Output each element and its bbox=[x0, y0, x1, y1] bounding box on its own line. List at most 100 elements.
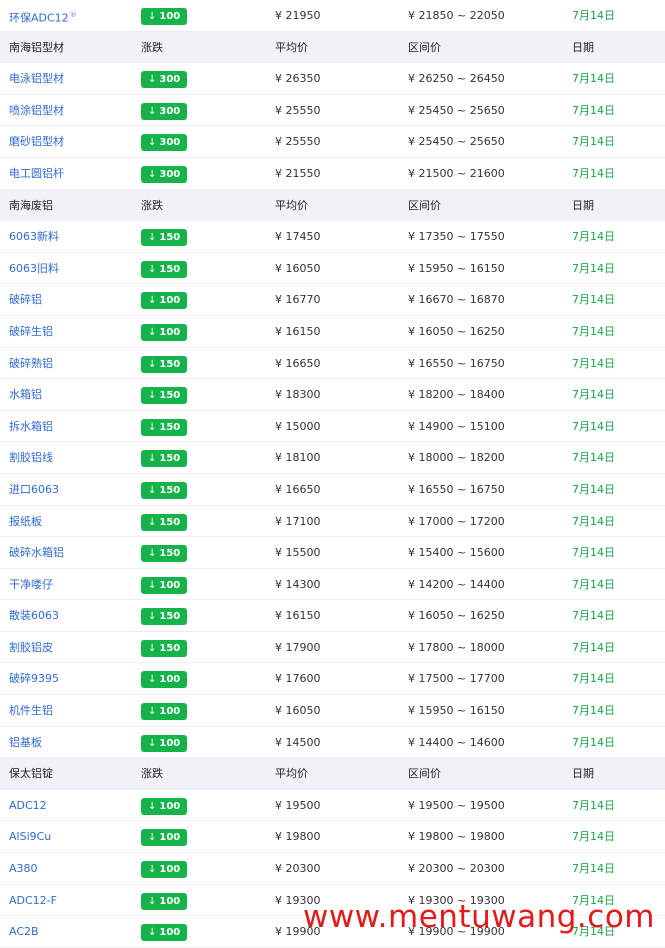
avg-price: ¥ 18300 bbox=[275, 388, 321, 402]
product-name[interactable]: 环保ADC12® bbox=[9, 0, 77, 34]
avg-price: ¥ 26350 bbox=[275, 72, 321, 86]
date: 7月14日 bbox=[572, 230, 615, 244]
product-name[interactable]: 水箱铝 bbox=[9, 379, 42, 410]
product-name[interactable]: 破碎9395 bbox=[9, 663, 59, 694]
price-range: ¥ 18200 ~ 18400 bbox=[408, 388, 505, 402]
price-range: ¥ 15950 ~ 16150 bbox=[408, 704, 505, 718]
product-name[interactable]: 破碎铝 bbox=[9, 284, 42, 315]
price-range: ¥ 17500 ~ 17700 bbox=[408, 672, 505, 686]
down-arrow-icon: ↓ bbox=[148, 74, 157, 86]
change-value: 150 bbox=[159, 516, 181, 528]
change-value: 150 bbox=[159, 232, 181, 244]
date: 7月14日 bbox=[572, 482, 615, 496]
change-value: 150 bbox=[159, 484, 181, 496]
down-arrow-icon: ↓ bbox=[148, 832, 157, 844]
change-value: 100 bbox=[159, 579, 181, 591]
change-badge: ↓ 100 bbox=[141, 0, 188, 31]
price-range: ¥ 21500 ~ 21600 bbox=[408, 166, 505, 180]
price-range: ¥ 16670 ~ 16870 bbox=[408, 293, 505, 307]
product-name[interactable]: 6063新料 bbox=[9, 221, 59, 252]
product-name[interactable]: 拆水箱铝 bbox=[9, 411, 53, 442]
price-range: ¥ 19800 ~ 19800 bbox=[408, 830, 505, 844]
down-arrow-icon: ↓ bbox=[148, 737, 157, 749]
avg-price: ¥ 15500 bbox=[275, 546, 321, 560]
change-value: 300 bbox=[159, 168, 181, 180]
date: 7月14日 bbox=[572, 103, 615, 117]
product-name[interactable]: 破碎水箱铝 bbox=[9, 537, 64, 568]
down-arrow-icon: ↓ bbox=[148, 421, 157, 433]
date: 7月14日 bbox=[572, 388, 615, 402]
product-name[interactable]: 6063旧料 bbox=[9, 253, 59, 284]
change-badge: ↓ 300 bbox=[141, 63, 188, 94]
down-arrow-icon: ↓ bbox=[148, 895, 157, 907]
change-badge: ↓ 100 bbox=[141, 853, 188, 884]
down-arrow-icon: ↓ bbox=[148, 800, 157, 812]
product-name[interactable]: 割胶铝线 bbox=[9, 442, 53, 473]
change-value: 100 bbox=[159, 864, 181, 876]
down-arrow-icon: ↓ bbox=[148, 484, 157, 496]
product-name[interactable]: 干净喽仔 bbox=[9, 569, 53, 600]
avg-price: ¥ 16050 bbox=[275, 261, 321, 275]
change-badge: ↓ 100 bbox=[141, 727, 188, 758]
change-badge: ↓ 300 bbox=[141, 158, 188, 189]
product-name[interactable]: ADC12-F bbox=[9, 885, 57, 916]
avg-price: ¥ 17450 bbox=[275, 230, 321, 244]
price-range: ¥ 20300 ~ 20300 bbox=[408, 862, 505, 876]
date: 7月14日 bbox=[572, 640, 615, 654]
change-value: 100 bbox=[159, 674, 181, 686]
product-name[interactable]: 电泳铝型材 bbox=[9, 63, 64, 94]
product-name[interactable]: 散装6063 bbox=[9, 600, 59, 631]
down-arrow-icon: ↓ bbox=[148, 706, 157, 718]
product-name[interactable]: 铝基板 bbox=[9, 727, 42, 758]
change-value: 150 bbox=[159, 611, 181, 623]
table-row: 破碎生铝 ↓ 100 ¥ 16150 ¥ 16050 ~ 16250 7月14日 bbox=[0, 316, 665, 348]
product-name[interactable]: AC2B bbox=[9, 916, 39, 947]
down-arrow-icon: ↓ bbox=[148, 295, 157, 307]
avg-price-header: 平均价 bbox=[275, 198, 308, 212]
date: 7月14日 bbox=[572, 830, 615, 844]
change-value: 300 bbox=[159, 74, 181, 86]
table-row: 破碎9395 ↓ 100 ¥ 17600 ¥ 17500 ~ 17700 7月14日 bbox=[0, 663, 665, 696]
section-header-row: 保太铝锭 涨跌 平均价 区间价 日期 bbox=[0, 758, 665, 790]
price-range: ¥ 14400 ~ 14600 bbox=[408, 735, 505, 749]
date-header: 日期 bbox=[572, 40, 594, 54]
change-badge: ↓ 100 bbox=[141, 790, 188, 821]
down-arrow-icon: ↓ bbox=[148, 263, 157, 275]
product-name[interactable]: ADC12 bbox=[9, 790, 47, 821]
down-arrow-icon: ↓ bbox=[148, 642, 157, 654]
change-badge: ↓ 150 bbox=[141, 379, 188, 410]
product-name[interactable]: 机件生铝 bbox=[9, 695, 53, 726]
table-row: 割胶铝皮 ↓ 150 ¥ 17900 ¥ 17800 ~ 18000 7月14日 bbox=[0, 632, 665, 664]
avg-price: ¥ 19800 bbox=[275, 830, 321, 844]
down-arrow-icon: ↓ bbox=[148, 548, 157, 560]
table-row: 6063新料 ↓ 150 ¥ 17450 ¥ 17350 ~ 17550 7月14日 bbox=[0, 221, 665, 253]
product-name[interactable]: 磨砂铝型材 bbox=[9, 126, 64, 157]
avg-price: ¥ 20300 bbox=[275, 862, 321, 876]
date: 7月14日 bbox=[572, 577, 615, 591]
product-name[interactable]: 破碎生铝 bbox=[9, 316, 53, 347]
table-row: ADC12 ↓ 100 ¥ 19500 ¥ 19500 ~ 19500 7月14日 bbox=[0, 790, 665, 822]
product-name[interactable]: 喷涂铝型材 bbox=[9, 95, 64, 126]
range-header: 区间价 bbox=[408, 40, 441, 54]
table-row: 干净喽仔 ↓ 100 ¥ 14300 ¥ 14200 ~ 14400 7月14日 bbox=[0, 569, 665, 601]
table-row: 喷涂铝型材 ↓ 300 ¥ 25550 ¥ 25450 ~ 25650 7月14日 bbox=[0, 95, 665, 127]
product-name[interactable]: 破碎熟铝 bbox=[9, 348, 53, 379]
price-range: ¥ 18000 ~ 18200 bbox=[408, 451, 505, 465]
avg-price: ¥ 25550 bbox=[275, 135, 321, 149]
table-row: 环保ADC12® ↓ 100 ¥ 21950 ¥ 21850 ~ 22050 7月14日 bbox=[0, 0, 665, 32]
date: 7月14日 bbox=[572, 72, 615, 86]
table-row: 割胶铝线 ↓ 150 ¥ 18100 ¥ 18000 ~ 18200 7月14日 bbox=[0, 442, 665, 474]
product-name[interactable]: A380 bbox=[9, 853, 38, 884]
product-name[interactable]: 电工圆铝杆 bbox=[9, 158, 64, 189]
down-arrow-icon: ↓ bbox=[148, 579, 157, 591]
product-name[interactable]: 进口6063 bbox=[9, 474, 59, 505]
change-header: 涨跌 bbox=[141, 767, 163, 781]
product-name[interactable]: 报纸板 bbox=[9, 506, 42, 537]
change-value: 150 bbox=[159, 642, 181, 654]
price-range: ¥ 16550 ~ 16750 bbox=[408, 482, 505, 496]
change-header: 涨跌 bbox=[141, 40, 163, 54]
product-name[interactable]: AlSi9Cu bbox=[9, 821, 51, 852]
product-name[interactable]: 割胶铝皮 bbox=[9, 632, 53, 663]
section-title: 南海铝型材 bbox=[9, 40, 64, 54]
avg-price-header: 平均价 bbox=[275, 767, 308, 781]
